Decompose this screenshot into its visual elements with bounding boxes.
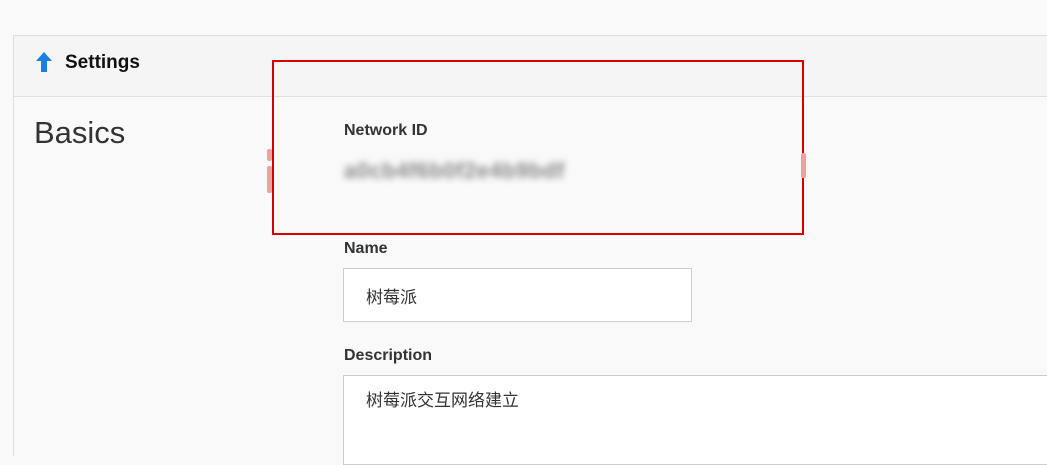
name-input[interactable] xyxy=(343,268,692,322)
description-label: Description xyxy=(344,347,433,364)
arrow-up-icon[interactable] xyxy=(36,52,52,72)
description-textarea[interactable]: 树莓派交互网络建立 xyxy=(343,375,1047,465)
settings-panel: Settings Basics Network ID a0cb4f6b0f2e4… xyxy=(13,35,1047,465)
section-title: Basics xyxy=(34,115,126,150)
highlight-box xyxy=(272,60,804,235)
resize-handle-right[interactable] xyxy=(801,153,806,178)
name-label: Name xyxy=(344,240,388,257)
top-strip xyxy=(0,0,1047,35)
resize-handle-left[interactable] xyxy=(267,166,272,193)
panel-title: Settings xyxy=(65,52,140,73)
resize-handle-left-top[interactable] xyxy=(267,149,272,161)
